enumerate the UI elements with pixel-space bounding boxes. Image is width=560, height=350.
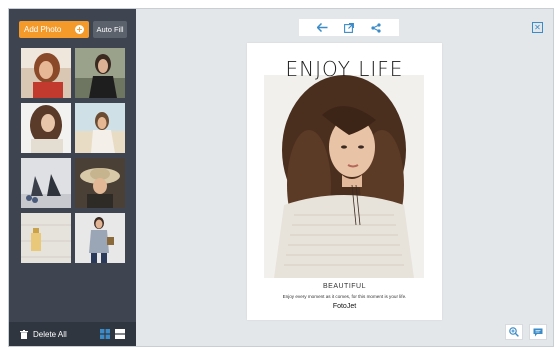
add-photo-label: Add Photo: [24, 25, 62, 34]
trash-icon: [20, 329, 28, 339]
auto-fill-button[interactable]: Auto Fill: [93, 21, 127, 38]
sidebar-footer: Delete All: [9, 322, 136, 346]
zoom-in-button[interactable]: [505, 324, 523, 340]
thumbnail-photo-5[interactable]: [21, 158, 71, 208]
add-photo-button[interactable]: Add Photo +: [19, 21, 89, 38]
thumbnail-photo-3[interactable]: [21, 103, 71, 153]
thumbnail-photo-4[interactable]: [75, 103, 125, 153]
thumbnail-photo-7[interactable]: [21, 213, 71, 263]
thumbnail-photo-1[interactable]: [21, 48, 71, 98]
back-arrow-icon[interactable]: [316, 22, 328, 34]
poster-title[interactable]: ENJOY LIFE: [247, 57, 442, 81]
poster-canvas: ENJOY LIFE BEAUTIFUL Enjoy every moment …: [247, 43, 442, 320]
poster-tagline[interactable]: Enjoy every moment as it comes, for this…: [247, 294, 442, 299]
share-icon[interactable]: [370, 22, 382, 34]
thumbnail-photo-8[interactable]: [75, 213, 125, 263]
plus-icon: +: [75, 25, 84, 34]
delete-all-label: Delete All: [33, 329, 67, 339]
poster-brand[interactable]: FotoJet: [247, 303, 442, 310]
top-toolbar: [299, 19, 399, 36]
open-external-icon[interactable]: [343, 22, 355, 34]
thumbnail-photo-6[interactable]: [75, 158, 125, 208]
thumbnail-photo-2[interactable]: [75, 48, 125, 98]
comment-icon: [533, 328, 543, 336]
zoom-in-icon: [509, 327, 519, 337]
list-layout-icon[interactable]: [115, 329, 125, 339]
poster-subtitle[interactable]: BEAUTIFUL: [247, 283, 442, 290]
feedback-button[interactable]: [529, 324, 547, 340]
grid-layout-icon[interactable]: [100, 329, 110, 339]
delete-all-button[interactable]: Delete All: [20, 329, 67, 339]
photo-sidebar: Add Photo + Auto Fill Delete All: [9, 9, 136, 346]
layout-switcher: [100, 329, 125, 339]
poster-photo[interactable]: [264, 75, 424, 278]
app-window: Add Photo + Auto Fill Delete All ✕ ENJOY…: [8, 8, 554, 347]
close-icon[interactable]: ✕: [532, 22, 543, 33]
